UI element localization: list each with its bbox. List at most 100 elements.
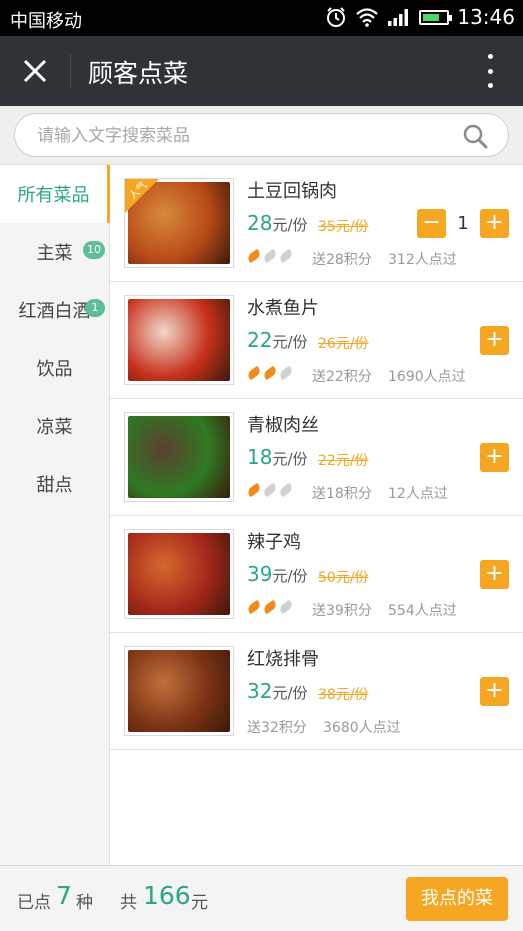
category-item-main[interactable]: 主菜 10 xyxy=(0,223,109,281)
category-label: 主菜 xyxy=(36,243,73,264)
ordered-count: 7 xyxy=(56,881,72,910)
dish-list: 人气 土豆回锅肉 28元/份 35元/份 送28积分 312人点过 − 1 + … xyxy=(110,165,523,865)
category-item-all[interactable]: 所有菜品 xyxy=(0,165,110,223)
dish-item[interactable]: 人气 土豆回锅肉 28元/份 35元/份 送28积分 312人点过 − 1 + xyxy=(110,165,523,282)
pepper-icon xyxy=(245,482,263,498)
more-icon[interactable] xyxy=(485,54,495,88)
original-price: 26元/份 xyxy=(318,336,369,352)
status-icons: 13:46 xyxy=(325,5,515,29)
order-summary-bar: 已点 7 种 共 166 元 我点的菜 xyxy=(0,865,523,931)
price-unit: 元/份 xyxy=(272,567,308,585)
points-label: 送32积分 xyxy=(247,720,307,736)
dish-image[interactable] xyxy=(124,646,234,736)
add-button[interactable]: + xyxy=(480,326,509,355)
search-input[interactable] xyxy=(37,123,457,149)
dish-item[interactable]: 辣子鸡 39元/份 50元/份 送39积分 554人点过 + xyxy=(110,516,523,633)
dish-item[interactable]: 水煮鱼片 22元/份 26元/份 送22积分 1690人点过 + xyxy=(110,282,523,399)
pepper-icon xyxy=(245,599,263,615)
original-price: 35元/份 xyxy=(318,219,369,235)
carrier-label: 中国移动 xyxy=(10,11,82,32)
dish-item[interactable]: 青椒肉丝 18元/份 22元/份 送18积分 12人点过 + xyxy=(110,399,523,516)
dish-photo xyxy=(128,533,230,615)
price-value: 32 xyxy=(247,679,273,703)
pepper-icon xyxy=(261,599,279,615)
count-badge: 10 xyxy=(83,241,105,259)
category-sidebar: 所有菜品 主菜 10 红酒白酒 1 饮品 凉菜 甜点 xyxy=(0,165,110,865)
pepper-icon xyxy=(277,248,295,264)
dish-image[interactable] xyxy=(124,295,234,385)
quantity-value: 1 xyxy=(457,213,469,234)
dish-photo xyxy=(128,650,230,732)
order-count: 12人点过 xyxy=(388,486,448,502)
category-item-cold[interactable]: 凉菜 xyxy=(0,397,109,455)
points-label: 送22积分 xyxy=(312,369,372,385)
category-label: 所有菜品 xyxy=(17,185,90,206)
price-value: 22 xyxy=(247,328,273,352)
dish-price: 22元/份 xyxy=(247,328,308,352)
title-bar: 顾客点菜 xyxy=(0,36,523,106)
ordered-suffix: 种 xyxy=(76,893,93,913)
category-label: 甜点 xyxy=(36,475,73,496)
dish-item[interactable]: 红烧排骨 32元/份 38元/份 送32积分 3680人点过 + xyxy=(110,633,523,750)
dish-price: 18元/份 xyxy=(247,445,308,469)
price-value: 28 xyxy=(247,211,273,235)
search-icon[interactable] xyxy=(462,123,488,149)
add-button[interactable]: + xyxy=(480,209,509,238)
dish-name: 水煮鱼片 xyxy=(247,298,319,319)
category-label: 凉菜 xyxy=(36,417,73,438)
points-label: 送18积分 xyxy=(312,486,372,502)
page-title: 顾客点菜 xyxy=(88,59,189,88)
category-item-wine[interactable]: 红酒白酒 1 xyxy=(0,281,109,339)
title-divider xyxy=(70,54,71,88)
order-count: 1690人点过 xyxy=(388,369,466,385)
total-suffix: 元 xyxy=(191,893,208,913)
add-button[interactable]: + xyxy=(480,443,509,472)
price-unit: 元/份 xyxy=(272,450,308,468)
my-order-button[interactable]: 我点的菜 xyxy=(406,877,508,921)
price-value: 18 xyxy=(247,445,273,469)
dish-image[interactable] xyxy=(124,412,234,502)
alarm-icon xyxy=(327,7,346,27)
order-count: 554人点过 xyxy=(388,603,457,619)
close-icon[interactable] xyxy=(18,54,52,88)
category-label: 红酒白酒 xyxy=(18,301,91,322)
search-bar xyxy=(0,106,523,165)
add-button[interactable]: + xyxy=(480,677,509,706)
signal-icon xyxy=(388,9,409,26)
dish-name: 红烧排骨 xyxy=(247,649,319,670)
dish-price: 32元/份 xyxy=(247,679,308,703)
total-amount: 166 xyxy=(143,881,191,910)
pepper-icon xyxy=(277,482,295,498)
category-item-drinks[interactable]: 饮品 xyxy=(0,339,109,397)
price-unit: 元/份 xyxy=(272,333,308,351)
original-price: 22元/份 xyxy=(318,453,369,469)
wifi-icon xyxy=(356,8,379,27)
add-button[interactable]: + xyxy=(480,560,509,589)
dish-name: 土豆回锅肉 xyxy=(247,181,337,202)
price-value: 39 xyxy=(247,562,273,586)
pepper-icon xyxy=(245,365,263,381)
price-unit: 元/份 xyxy=(272,684,308,702)
clock: 13:46 xyxy=(457,5,515,29)
points-label: 送39积分 xyxy=(312,603,372,619)
decrease-button[interactable]: − xyxy=(417,209,446,238)
price-unit: 元/份 xyxy=(272,216,308,234)
dish-image[interactable] xyxy=(124,529,234,619)
original-price: 50元/份 xyxy=(318,570,369,586)
pepper-icon xyxy=(277,365,295,381)
pepper-icon xyxy=(261,248,279,264)
order-count: 312人点过 xyxy=(388,252,457,268)
status-bar: 中国移动 13:46 xyxy=(0,0,523,36)
dish-photo xyxy=(128,416,230,498)
dish-name: 辣子鸡 xyxy=(247,532,301,553)
spicy-level xyxy=(245,248,295,264)
count-badge: 1 xyxy=(85,299,105,317)
spicy-level xyxy=(245,482,295,498)
category-item-dessert[interactable]: 甜点 xyxy=(0,455,109,513)
dish-image[interactable]: 人气 xyxy=(124,178,234,268)
search-box xyxy=(14,113,509,157)
battery-icon xyxy=(419,9,453,25)
spicy-level xyxy=(245,599,295,615)
pepper-icon xyxy=(261,365,279,381)
ordered-prefix: 已点 xyxy=(17,893,51,913)
